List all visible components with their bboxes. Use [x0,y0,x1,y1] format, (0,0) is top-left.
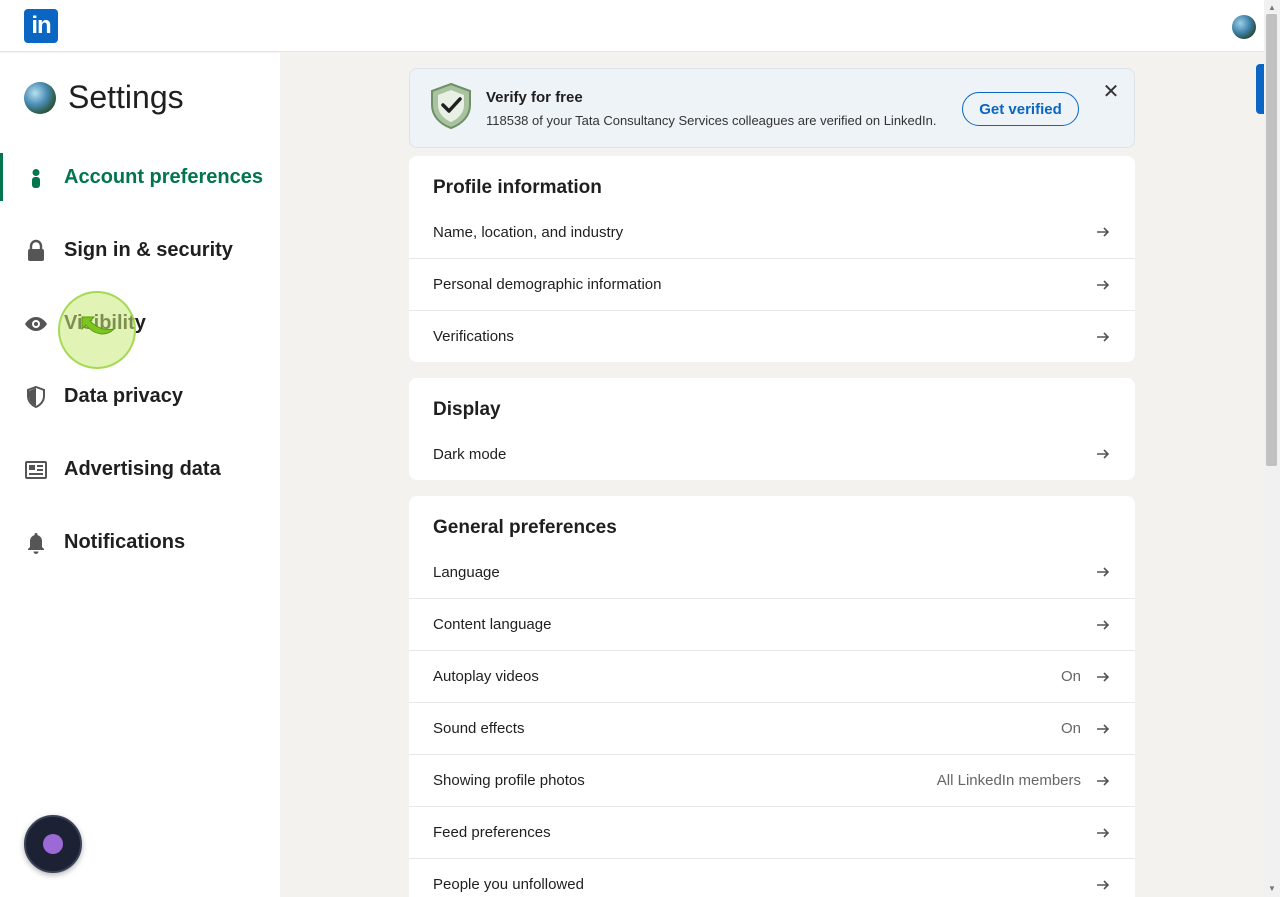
sidebar-item-label: Sign in & security [64,239,233,261]
sidebar-header: Settings [24,79,184,116]
bell-icon [24,531,48,555]
sidebar-item-advertising-data[interactable]: Advertising data [0,433,280,506]
sidebar-item-sign-in-security[interactable]: Sign in & security [0,214,280,287]
arrow-right-icon [1097,227,1110,237]
arrow-right-icon [1097,827,1110,838]
sidebar-item-data-privacy[interactable]: Data privacy [0,360,280,433]
profile-information-card: Profile information Name, location, and … [409,156,1135,362]
settings-row[interactable]: Personal demographic information [409,258,1135,310]
close-icon[interactable]: ✕ [1100,81,1122,103]
settings-row[interactable]: Name, location, and industry [409,206,1135,258]
row-label: Showing profile photos [433,772,585,789]
assistant-dot-icon [43,834,63,854]
profile-avatar[interactable] [1232,15,1256,39]
settings-row[interactable]: Sound effects On [409,702,1135,754]
section-title: General preferences [433,517,617,538]
arrow-right-icon [1097,723,1110,734]
arrow-right-icon [1097,567,1110,577]
scrollbar-thumb[interactable] [1266,14,1277,466]
top-navbar: in [0,0,1264,52]
section-title: Display [433,399,501,420]
row-value: All LinkedIn members [936,772,1081,789]
sidebar-item-label: Account preferences [64,166,263,188]
person-icon [24,166,48,190]
verify-banner: Verify for free 118538 of your Tata Cons… [409,68,1135,148]
lock-icon [24,239,48,263]
arrow-right-icon [1097,279,1110,290]
section-title: Profile information [433,177,602,198]
sidebar-item-visibility[interactable]: Visibility [0,287,280,360]
display-card: Display Dark mode [409,378,1135,480]
settings-row[interactable]: Feed preferences [409,806,1135,858]
row-label: Name, location, and industry [433,223,624,241]
newspaper-icon [24,458,48,482]
sidebar-item-label: Visibility [64,312,146,334]
settings-row[interactable]: Autoplay videos On [409,650,1135,702]
settings-row[interactable]: Content language [409,598,1135,650]
sidebar-item-account-preferences[interactable]: Account preferences [0,141,280,214]
banner-title: Verify for free [486,89,583,106]
arrow-right-icon [1097,619,1110,630]
settings-main: Verify for free 118538 of your Tata Cons… [409,68,1135,897]
row-label: People you unfollowed [433,876,584,893]
arrow-right-icon [1097,671,1110,682]
shield-icon [24,385,48,409]
row-label: Feed preferences [433,824,551,841]
sidebar-item-notifications[interactable]: Notifications [0,506,280,579]
settings-row[interactable]: Dark mode [409,428,1135,480]
scroll-down-icon[interactable]: ▼ [1268,884,1276,893]
row-label: Language [433,563,500,581]
row-label: Personal demographic information [433,276,662,293]
side-panel-tab[interactable] [1256,64,1264,114]
row-label: Autoplay videos [433,668,539,685]
sidebar-item-label: Notifications [64,531,186,553]
get-verified-button[interactable]: Get verified [962,92,1079,126]
row-value: On [1060,720,1081,737]
sidebar-item-label: Advertising data [64,458,221,480]
avatar [24,81,56,114]
assistant-bubble-button[interactable] [24,815,82,873]
sidebar-item-label: Data privacy [64,385,183,407]
banner-subtitle: 118538 of your Tata Consultancy Services… [486,113,937,128]
verified-shield-icon [431,83,471,129]
settings-sidebar: Settings Account preferences Sign in & s… [0,53,280,897]
general-preferences-card: General preferences Language Content lan… [409,496,1135,897]
settings-nav: Account preferences Sign in & security V… [0,141,280,579]
settings-row[interactable]: Verifications [409,310,1135,362]
settings-row[interactable]: Language [409,546,1135,598]
eye-icon [24,312,48,336]
row-label: Dark mode [433,445,507,463]
page-title: Settings [68,79,184,115]
row-value: On [1060,668,1081,685]
row-label: Sound effects [433,720,525,737]
arrow-right-icon [1097,331,1110,342]
settings-row[interactable]: Showing profile photos All LinkedIn memb… [409,754,1135,806]
arrow-right-icon [1097,449,1110,459]
scroll-up-icon[interactable]: ▲ [1268,3,1276,12]
row-label: Content language [433,616,552,633]
arrow-right-icon [1097,879,1110,890]
row-label: Verifications [433,328,514,345]
arrow-right-icon [1097,775,1110,786]
linkedin-logo-icon[interactable]: in [24,9,58,43]
settings-row[interactable]: People you unfollowed [409,858,1135,897]
